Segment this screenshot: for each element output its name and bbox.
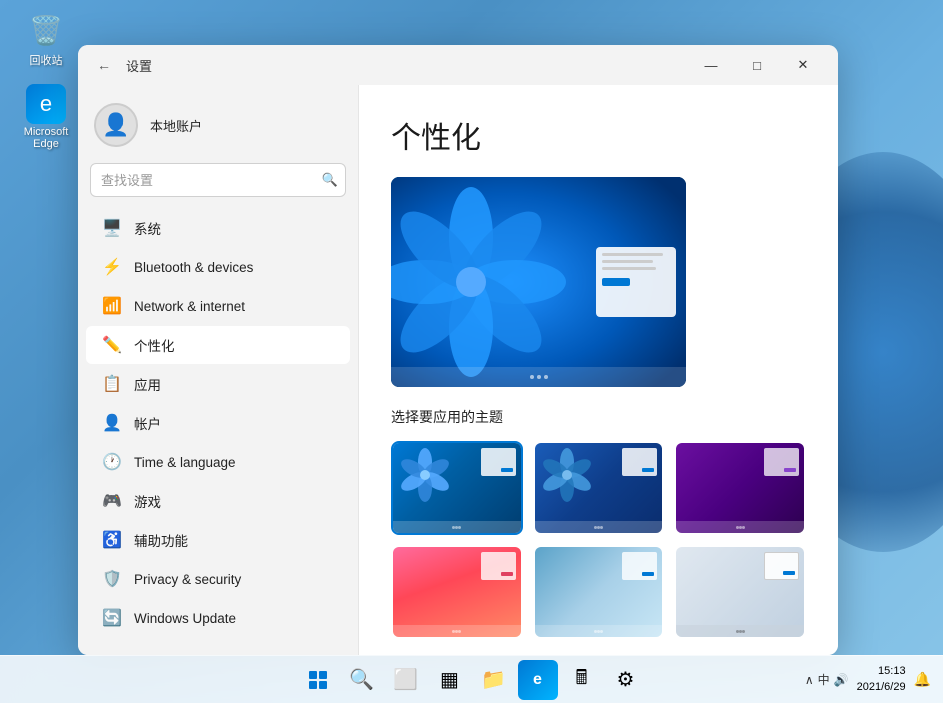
search-icon: 🔍 bbox=[322, 172, 338, 188]
minimize-button[interactable]: — bbox=[688, 49, 734, 81]
mini-taskbar-4 bbox=[393, 625, 521, 637]
nav-item-apps[interactable]: 📋 应用 bbox=[86, 365, 350, 403]
user-avatar: 👤 bbox=[94, 103, 138, 147]
privacy-icon: 🛡️ bbox=[102, 569, 122, 589]
window-title: 设置 bbox=[126, 56, 152, 75]
mini-taskbar-6 bbox=[676, 625, 804, 637]
search-box: 🔍 bbox=[90, 163, 346, 197]
bluetooth-icon: ⚡ bbox=[102, 257, 122, 277]
nav-item-gaming[interactable]: 🎮 游戏 bbox=[86, 482, 350, 520]
taskbar-clock[interactable]: 15:13 2021/6/29 bbox=[857, 664, 906, 695]
window-body: 👤 本地账户 🔍 🖥️ 系统 ⚡ Bluetooth & devices bbox=[78, 85, 838, 655]
gaming-icon: 🎮 bbox=[102, 491, 122, 511]
window-controls: — □ ✕ bbox=[688, 49, 826, 81]
preview-window bbox=[596, 247, 676, 317]
theme-item-2[interactable] bbox=[533, 441, 665, 535]
nav-item-time[interactable]: 🕐 Time & language bbox=[86, 443, 350, 481]
desktop-icons: 🗑️ 回收站 e Microsoft Edge bbox=[10, 10, 82, 150]
nav-item-accessibility[interactable]: ♿ 辅助功能 bbox=[86, 521, 350, 559]
network-icon: 📶 bbox=[102, 296, 122, 316]
apps-icon: 📋 bbox=[102, 374, 122, 394]
taskbar: 🔍 ⬜ ▦ 📁 e 🖩 ⚙ ∧ 中 🔊 15:13 2021/6/29 bbox=[0, 655, 943, 703]
search-input[interactable] bbox=[90, 163, 346, 197]
settings-window: ← 设置 — □ ✕ 👤 本地账户 🔍 bbox=[78, 45, 838, 655]
accessibility-icon: ♿ bbox=[102, 530, 122, 550]
theme-item-5[interactable] bbox=[533, 545, 665, 639]
nav-item-system[interactable]: 🖥️ 系统 bbox=[86, 209, 350, 247]
taskbar-center: 🔍 ⬜ ▦ 📁 e 🖩 ⚙ bbox=[298, 660, 646, 700]
mini-window-5 bbox=[622, 552, 657, 580]
mini-window-3 bbox=[764, 448, 799, 476]
taskbar-right: ∧ 中 🔊 15:13 2021/6/29 🔔 bbox=[805, 664, 931, 695]
taskbar-settings[interactable]: ⚙ bbox=[606, 660, 646, 700]
page-title: 个性化 bbox=[391, 113, 806, 157]
nav-item-bluetooth[interactable]: ⚡ Bluetooth & devices bbox=[86, 248, 350, 286]
nav-item-accounts[interactable]: 👤 帐户 bbox=[86, 404, 350, 442]
chevron-icon[interactable]: ∧ bbox=[805, 673, 814, 687]
mini-window-2 bbox=[622, 448, 657, 476]
titlebar: ← 设置 — □ ✕ bbox=[78, 45, 838, 85]
start-button[interactable] bbox=[298, 660, 338, 700]
user-section[interactable]: 👤 本地账户 bbox=[78, 93, 358, 163]
sidebar: 👤 本地账户 🔍 🖥️ 系统 ⚡ Bluetooth & devices bbox=[78, 85, 358, 655]
taskbar-search[interactable]: 🔍 bbox=[342, 660, 382, 700]
taskbar-edge[interactable]: e bbox=[518, 660, 558, 700]
nav-item-windows-update[interactable]: 🔄 Windows Update bbox=[86, 599, 350, 637]
user-name: 本地账户 bbox=[150, 116, 202, 135]
nav-item-network[interactable]: 📶 Network & internet bbox=[86, 287, 350, 325]
main-content: 个性化 bbox=[358, 85, 838, 655]
taskbar-calculator[interactable]: 🖩 bbox=[562, 660, 602, 700]
taskbar-sys-icons: ∧ 中 🔊 bbox=[805, 671, 849, 688]
nav-item-personalization[interactable]: ✏️ 个性化 bbox=[86, 326, 350, 364]
preview-taskbar bbox=[391, 367, 686, 387]
desktop: 🗑️ 回收站 e Microsoft Edge ← 设置 — □ ✕ bbox=[0, 0, 943, 703]
mini-taskbar-1 bbox=[393, 521, 521, 533]
time-icon: 🕐 bbox=[102, 452, 122, 472]
recycle-bin-icon[interactable]: 🗑️ 回收站 bbox=[10, 10, 82, 68]
theme-item-6[interactable] bbox=[674, 545, 806, 639]
close-button[interactable]: ✕ bbox=[780, 49, 826, 81]
taskbar-explorer[interactable]: 📁 bbox=[474, 660, 514, 700]
mini-taskbar-2 bbox=[535, 521, 663, 533]
input-method[interactable]: 中 bbox=[818, 671, 830, 688]
theme-item-3[interactable] bbox=[674, 441, 806, 535]
theme-section-title: 选择要应用的主题 bbox=[391, 407, 806, 427]
edge-icon[interactable]: e Microsoft Edge bbox=[10, 84, 82, 150]
volume-icon[interactable]: 🔊 bbox=[834, 673, 849, 687]
theme-preview bbox=[391, 177, 686, 387]
personalization-icon: ✏️ bbox=[102, 335, 122, 355]
mini-taskbar-3 bbox=[676, 521, 804, 533]
back-button[interactable]: ← bbox=[90, 51, 118, 79]
accounts-icon: 👤 bbox=[102, 413, 122, 433]
mini-taskbar-5 bbox=[535, 625, 663, 637]
maximize-button[interactable]: □ bbox=[734, 49, 780, 81]
mini-window-1 bbox=[481, 448, 516, 476]
windows-update-icon: 🔄 bbox=[102, 608, 122, 628]
notification-icon[interactable]: 🔔 bbox=[914, 671, 931, 688]
mini-window-4 bbox=[481, 552, 516, 580]
theme-item-4[interactable] bbox=[391, 545, 523, 639]
taskbar-widgets[interactable]: ▦ bbox=[430, 660, 470, 700]
taskbar-taskview[interactable]: ⬜ bbox=[386, 660, 426, 700]
nav-item-privacy[interactable]: 🛡️ Privacy & security bbox=[86, 560, 350, 598]
theme-grid bbox=[391, 441, 806, 639]
theme-item-1[interactable] bbox=[391, 441, 523, 535]
system-icon: 🖥️ bbox=[102, 218, 122, 238]
mini-window-6 bbox=[764, 552, 799, 580]
